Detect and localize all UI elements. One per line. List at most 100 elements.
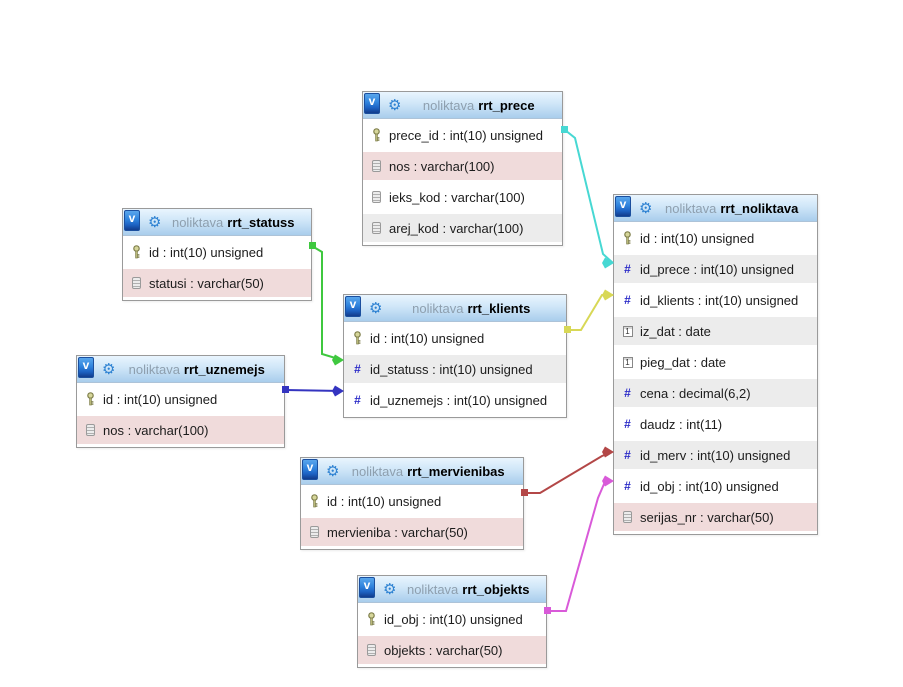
- date-icon: [620, 326, 635, 337]
- table-rrt_mervienibas[interactable]: v noliktava rrt_mervienibas id : int(10) …: [300, 457, 524, 550]
- field-label: id_merv : int(10) unsigned: [640, 448, 790, 463]
- collapse-button[interactable]: v: [345, 296, 361, 317]
- field-label: serijas_nr : varchar(50): [640, 510, 774, 525]
- field-row[interactable]: objekts : varchar(50): [358, 636, 546, 664]
- text-icon: [364, 644, 379, 656]
- field-row[interactable]: id_prece : int(10) unsigned: [614, 255, 817, 283]
- table-name: rrt_uznemejs: [184, 362, 265, 377]
- field-label: objekts : varchar(50): [384, 643, 503, 658]
- collapse-button[interactable]: v: [364, 93, 380, 114]
- field-row[interactable]: id_obj : int(10) unsigned: [614, 472, 817, 500]
- table-name: rrt_klients: [467, 301, 530, 316]
- collapse-button[interactable]: v: [302, 459, 318, 480]
- relation-prece-noliktava: [561, 126, 614, 269]
- field-row[interactable]: prece_id : int(10) unsigned: [363, 121, 562, 149]
- designer-canvas: v noliktavarrt_prece prece_id : int(10) …: [0, 0, 903, 687]
- schema-name: noliktava: [407, 582, 458, 597]
- schema-name: noliktava: [352, 464, 403, 479]
- field-label: prece_id : int(10) unsigned: [389, 128, 543, 143]
- number-icon: [620, 386, 635, 400]
- field-row[interactable]: daudz : int(11): [614, 410, 817, 438]
- field-row[interactable]: id : int(10) unsigned: [123, 238, 311, 266]
- collapse-button[interactable]: v: [615, 196, 631, 217]
- table-rrt_statuss[interactable]: v noliktava rrt_statuss id : int(10) unsi…: [122, 208, 312, 301]
- table-rrt_klients[interactable]: v noliktava rrt_klients id : int(10) unsi…: [343, 294, 567, 418]
- field-row[interactable]: id : int(10) unsigned: [344, 324, 566, 352]
- text-icon: [369, 222, 384, 234]
- text-icon: [307, 526, 322, 538]
- key-icon: [350, 331, 365, 345]
- table-name: rrt_noliktava: [720, 201, 798, 216]
- field-row[interactable]: nos : varchar(100): [77, 416, 284, 444]
- table-header[interactable]: v noliktavarrt_objekts: [358, 576, 546, 603]
- table-name: rrt_statuss: [227, 215, 294, 230]
- field-label: id : int(10) unsigned: [640, 231, 754, 246]
- table-header[interactable]: v noliktava rrt_klients: [344, 295, 566, 322]
- text-icon: [83, 424, 98, 436]
- field-row[interactable]: id : int(10) unsigned: [301, 487, 523, 515]
- table-rrt_prece[interactable]: v noliktavarrt_prece prece_id : int(10) …: [362, 91, 563, 246]
- number-icon: [350, 393, 365, 407]
- field-row[interactable]: cena : decimal(6,2): [614, 379, 817, 407]
- key-icon: [364, 612, 379, 626]
- field-row[interactable]: id_klients : int(10) unsigned: [614, 286, 817, 314]
- gear-icon[interactable]: [102, 362, 115, 377]
- gear-icon[interactable]: [148, 215, 161, 230]
- key-icon: [369, 128, 384, 142]
- table-header[interactable]: v noliktava rrt_statuss: [123, 209, 311, 236]
- field-label: id_prece : int(10) unsigned: [640, 262, 794, 277]
- schema-name: noliktava: [412, 301, 463, 316]
- table-name: rrt_prece: [478, 98, 534, 113]
- text-icon: [129, 277, 144, 289]
- key-icon: [307, 494, 322, 508]
- field-row[interactable]: id_merv : int(10) unsigned: [614, 441, 817, 469]
- gear-icon[interactable]: [639, 201, 652, 216]
- table-rrt_noliktava[interactable]: v noliktavarrt_noliktava id : int(10) un…: [613, 194, 818, 535]
- schema-name: noliktava: [172, 215, 223, 230]
- field-row[interactable]: iz_dat : date: [614, 317, 817, 345]
- field-row[interactable]: id_uznemejs : int(10) unsigned: [344, 386, 566, 414]
- table-rrt_uznemejs[interactable]: v noliktavarrt_uznemejs id : int(10) uns…: [76, 355, 285, 448]
- field-row[interactable]: arej_kod : varchar(100): [363, 214, 562, 242]
- field-row[interactable]: id_obj : int(10) unsigned: [358, 605, 546, 633]
- collapse-button[interactable]: v: [124, 210, 140, 231]
- gear-icon[interactable]: [383, 582, 396, 597]
- table-header[interactable]: v noliktavarrt_noliktava: [614, 195, 817, 222]
- number-icon: [620, 293, 635, 307]
- field-label: pieg_dat : date: [640, 355, 726, 370]
- field-row[interactable]: ieks_kod : varchar(100): [363, 183, 562, 211]
- field-row[interactable]: pieg_dat : date: [614, 348, 817, 376]
- gear-icon[interactable]: [326, 464, 339, 479]
- field-label: id : int(10) unsigned: [103, 392, 217, 407]
- table-header[interactable]: v noliktavarrt_prece: [363, 92, 562, 119]
- field-label: nos : varchar(100): [103, 423, 209, 438]
- field-label: id_klients : int(10) unsigned: [640, 293, 798, 308]
- number-icon: [620, 479, 635, 493]
- table-name: rrt_mervienibas: [407, 464, 505, 479]
- field-row[interactable]: statusi : varchar(50): [123, 269, 311, 297]
- gear-icon[interactable]: [388, 98, 401, 113]
- number-icon: [620, 262, 635, 276]
- collapse-button[interactable]: v: [359, 577, 375, 598]
- date-icon: [620, 357, 635, 368]
- number-icon: [620, 417, 635, 431]
- table-rrt_objekts[interactable]: v noliktavarrt_objekts id_obj : int(10) …: [357, 575, 547, 668]
- field-row[interactable]: mervieniba : varchar(50): [301, 518, 523, 546]
- relation-uznemejs-klients: [282, 386, 344, 397]
- field-label: ieks_kod : varchar(100): [389, 190, 525, 205]
- relation-line: [285, 390, 342, 391]
- collapse-button[interactable]: v: [78, 357, 94, 378]
- field-label: iz_dat : date: [640, 324, 711, 339]
- field-row[interactable]: id : int(10) unsigned: [77, 385, 284, 413]
- table-header[interactable]: v noliktava rrt_mervienibas: [301, 458, 523, 485]
- field-row[interactable]: id_statuss : int(10) unsigned: [344, 355, 566, 383]
- field-label: arej_kod : varchar(100): [389, 221, 523, 236]
- field-label: id_statuss : int(10) unsigned: [370, 362, 533, 377]
- number-icon: [350, 362, 365, 376]
- table-header[interactable]: v noliktavarrt_uznemejs: [77, 356, 284, 383]
- field-row[interactable]: nos : varchar(100): [363, 152, 562, 180]
- field-row[interactable]: id : int(10) unsigned: [614, 224, 817, 252]
- field-row[interactable]: serijas_nr : varchar(50): [614, 503, 817, 531]
- gear-icon[interactable]: [369, 301, 382, 316]
- relation-mervienibas-noliktava: [521, 447, 614, 497]
